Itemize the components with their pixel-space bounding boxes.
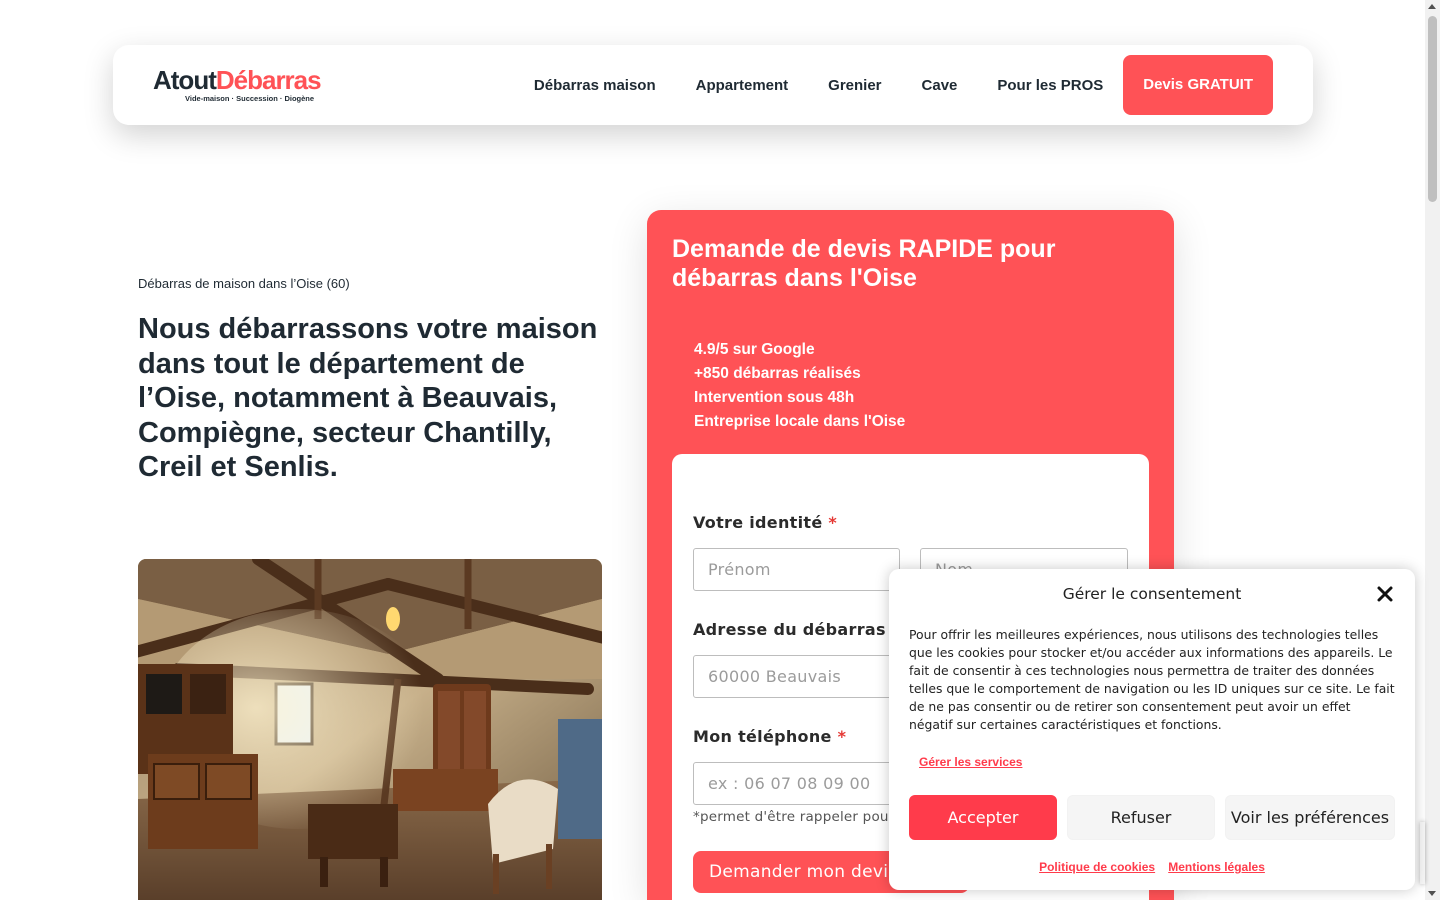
hero-heading: Nous débarrassons votre maison dans tout… [138,313,598,483]
nav-cave[interactable]: Cave [922,77,958,94]
stat-intervention-time: Intervention sous 48h [694,389,855,406]
legal-notice-link[interactable]: Mentions légales [1168,860,1265,874]
stat-google-rating: 4.9/5 sur Google [694,341,815,358]
quote-form-title: Demande de devis RAPIDE pour débarras da… [672,235,1056,292]
main-nav: Débarras maison Appartement Grenier Cave… [534,55,1273,115]
manage-services-link[interactable]: Gérer les services [919,755,1022,769]
cookie-consent-modal: Gérer le consentement Pour offrir les me… [889,569,1415,890]
consent-text: Pour offrir les meilleures expériences, … [909,627,1395,732]
page-scrollbar[interactable] [1425,0,1440,900]
stat-local-company: Entreprise locale dans l'Oise [694,413,906,430]
address-label: Adresse du débarras * [693,620,900,639]
refuse-button[interactable]: Refuser [1067,795,1215,840]
identity-label: Votre identité * [693,513,838,532]
cookie-policy-link[interactable]: Politique de cookies [1039,860,1155,874]
nav-debarras-maison[interactable]: Débarras maison [534,77,656,94]
view-preferences-button[interactable]: Voir les préférences [1225,795,1395,840]
phone-label: Mon téléphone * [693,727,847,746]
stat-debarras-count: +850 débarras réalisés [694,365,861,382]
accept-button[interactable]: Accepter [909,795,1057,840]
hero-eyebrow: Débarras de maison dans l’Oise (60) [138,276,350,291]
nav-grenier[interactable]: Grenier [828,77,881,94]
firstname-input[interactable] [693,548,900,591]
logo-word-debarras: Débarras [215,65,322,95]
scroll-down-arrow-icon[interactable] [1428,891,1436,896]
nav-appartement[interactable]: Appartement [696,77,789,94]
attic-photo [138,559,602,900]
site-header: AtoutDébarras Vide-maison · Succession ·… [113,45,1313,125]
nav-pour-les-pros[interactable]: Pour les PROS [997,77,1103,94]
quote-stats-list: 4.9/5 sur Google +850 débarras réalisés … [694,338,905,434]
devis-gratuit-button[interactable]: Devis GRATUIT [1123,55,1273,115]
logo-word-atout: Atout [153,65,217,95]
scrollbar-thumb[interactable] [1428,16,1437,202]
logo-tagline: Vide-maison · Succession · Diogène [185,94,315,103]
recaptcha-badge[interactable] [1420,822,1425,884]
consent-title: Gérer le consentement [1062,585,1242,603]
phone-hint: *permet d'être rappeler pour [693,809,895,825]
consent-footer-links: Politique de cookies Mentions légales [889,856,1415,875]
site-logo[interactable]: AtoutDébarras Vide-maison · Succession ·… [153,67,343,107]
scroll-up-arrow-icon[interactable] [1428,4,1436,9]
close-icon[interactable] [1375,584,1395,604]
